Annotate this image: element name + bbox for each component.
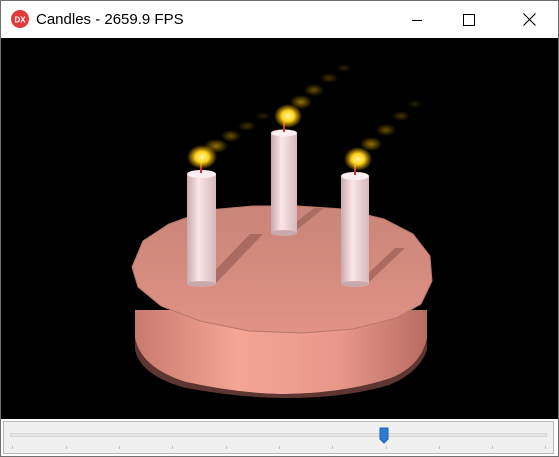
title-bar[interactable]: DX Candles - 2659.9 FPS <box>1 1 558 38</box>
trackbar[interactable] <box>3 421 554 454</box>
flame-left <box>187 145 217 169</box>
trackbar-tick <box>226 446 227 449</box>
flame-middle <box>274 104 302 128</box>
trackbar-tick <box>66 446 67 449</box>
close-icon <box>522 13 536 26</box>
minimize-button[interactable] <box>394 1 440 38</box>
trackbar-tick <box>492 446 493 449</box>
smoke-trail-left <box>204 112 271 153</box>
candle-left-base <box>187 281 216 287</box>
maximize-button[interactable] <box>446 1 492 38</box>
maximize-icon <box>463 13 475 26</box>
trackbar-tick <box>172 446 173 449</box>
render-viewport[interactable] <box>1 38 558 419</box>
candle-cake-scene <box>131 64 433 398</box>
app-icon-text: DX <box>14 16 26 25</box>
trackbar-tick <box>119 446 120 449</box>
window-title: Candles - 2659.9 FPS <box>36 11 184 28</box>
candle-right <box>341 176 369 284</box>
flame-right <box>344 147 372 171</box>
candle-right-base <box>341 281 369 287</box>
trackbar-tick <box>545 446 546 449</box>
candle-middle <box>271 133 297 233</box>
trackbar-tick <box>12 446 13 449</box>
directx-app-icon: DX <box>11 10 29 28</box>
trackbar-tick <box>279 446 280 449</box>
trackbar-tick <box>332 446 333 449</box>
minimize-icon <box>412 19 422 21</box>
trackbar-tick <box>386 446 387 449</box>
application-window: DX Candles - 2659.9 FPS <box>0 0 559 457</box>
close-button[interactable] <box>506 1 552 38</box>
trackbar-channel <box>10 433 547 437</box>
smoke-trail-middle <box>290 64 351 109</box>
candle-left <box>187 174 216 284</box>
trackbar-tick <box>439 446 440 449</box>
smoke-trail-right <box>360 100 422 151</box>
trackbar-thumb[interactable] <box>379 427 389 444</box>
candle-middle-base <box>271 230 297 236</box>
